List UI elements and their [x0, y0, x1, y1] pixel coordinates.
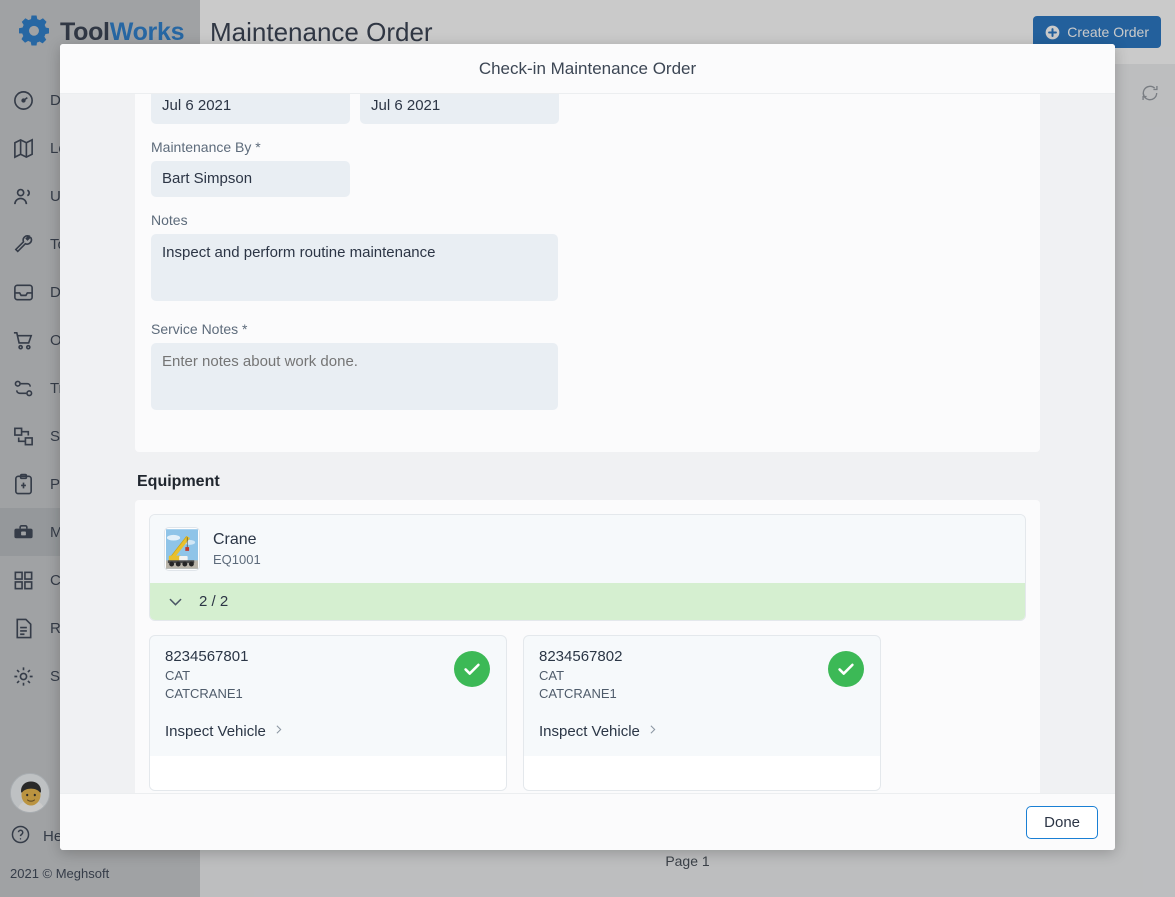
modal-footer: Done: [60, 793, 1115, 850]
tool-make: CAT: [539, 667, 865, 685]
maintenance-by-label: Maintenance By *: [151, 139, 1024, 155]
inspect-vehicle-link[interactable]: Inspect Vehicle: [539, 723, 659, 740]
tool-card-footer: [524, 756, 880, 790]
maintenance-form-card: Schedule Date Expected Return Date Maint…: [135, 94, 1040, 452]
tool-serial: 8234567801: [165, 648, 491, 665]
expected-return-date-field: Expected Return Date: [360, 94, 559, 124]
equipment-count-label: 2 / 2: [199, 593, 228, 610]
service-notes-label: Service Notes *: [151, 321, 1024, 337]
date-row: Schedule Date Expected Return Date: [151, 94, 1024, 139]
tool-card-body: 8234567802 CAT CATCRANE1 Inspect Vehicle: [524, 636, 880, 756]
service-notes-field: Service Notes *: [151, 321, 1024, 415]
equipment-header: Crane EQ1001 2 / 2: [149, 514, 1026, 621]
chevron-right-icon: [272, 723, 285, 740]
equipment-summary[interactable]: Crane EQ1001: [150, 515, 1025, 583]
inspect-vehicle-label: Inspect Vehicle: [539, 723, 640, 740]
schedule-date-field: Schedule Date: [151, 94, 350, 124]
chevron-right-icon: [646, 723, 659, 740]
tool-make: CAT: [165, 667, 491, 685]
equipment-name: Crane: [213, 531, 257, 548]
service-notes-textarea[interactable]: [151, 343, 558, 410]
equipment-section-title: Equipment: [137, 473, 1040, 491]
tool-card[interactable]: 8234567801 CAT CATCRANE1 Inspect Vehicle: [149, 635, 507, 791]
checkin-modal: Check-in Maintenance Order Schedule Date…: [60, 44, 1115, 850]
modal-body: Schedule Date Expected Return Date Maint…: [60, 94, 1115, 793]
notes-field: Notes Inspect and perform routine mainte…: [151, 212, 1024, 306]
maintenance-by-field: Maintenance By *: [151, 139, 1024, 197]
inspect-vehicle-link[interactable]: Inspect Vehicle: [165, 723, 285, 740]
maintenance-by-input[interactable]: [151, 161, 350, 197]
equipment-card: Crane EQ1001 2 / 2 8234567801 CAT: [135, 500, 1040, 793]
expected-return-date-input[interactable]: [360, 94, 559, 124]
inspect-vehicle-label: Inspect Vehicle: [165, 723, 266, 740]
equipment-info: Crane EQ1001: [213, 529, 261, 569]
notes-label: Notes: [151, 212, 1024, 228]
notes-textarea[interactable]: Inspect and perform routine maintenance: [151, 234, 558, 301]
equipment-code: EQ1001: [213, 552, 261, 567]
tool-card-footer: [150, 756, 506, 790]
done-button[interactable]: Done: [1026, 806, 1098, 839]
tool-model: CATCRANE1: [165, 685, 491, 703]
crane-photo-icon: [164, 527, 200, 571]
schedule-date-input[interactable]: [151, 94, 350, 124]
tool-card[interactable]: 8234567802 CAT CATCRANE1 Inspect Vehicle: [523, 635, 881, 791]
tool-list: 8234567801 CAT CATCRANE1 Inspect Vehicle: [149, 635, 1026, 791]
modal-title: Check-in Maintenance Order: [60, 44, 1115, 94]
tool-model: CATCRANE1: [539, 685, 865, 703]
equipment-count-bar[interactable]: 2 / 2: [150, 583, 1025, 620]
check-circle-icon: [454, 651, 490, 687]
tool-serial: 8234567802: [539, 648, 865, 665]
chevron-down-icon[interactable]: [166, 592, 185, 611]
check-circle-icon: [828, 651, 864, 687]
tool-card-body: 8234567801 CAT CATCRANE1 Inspect Vehicle: [150, 636, 506, 756]
